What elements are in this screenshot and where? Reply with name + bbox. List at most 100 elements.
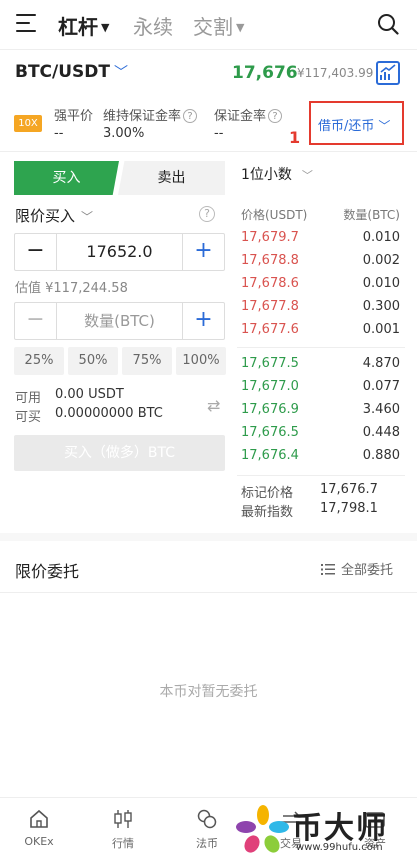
- cny-price: ¥117,403.99: [297, 66, 374, 80]
- buyable-value: 0.00000000 BTC: [55, 406, 163, 421]
- bid-qty: 0.448: [362, 425, 400, 440]
- divider: [237, 475, 405, 476]
- borrow-repay-button[interactable]: 借币/还币 ﹀: [318, 115, 390, 134]
- help-icon[interactable]: ?: [199, 206, 215, 222]
- ask-qty: 0.010: [362, 230, 400, 245]
- decrease-price-button[interactable]: −: [15, 234, 57, 270]
- available-value: 0.00 USDT: [55, 387, 124, 402]
- caret-down-icon: ▼: [101, 21, 110, 34]
- section-divider: [0, 533, 417, 541]
- nav-market-label: 行情: [112, 837, 134, 850]
- ask-price[interactable]: 17,677.8: [241, 299, 299, 314]
- mark-price-value: 17,676.7: [320, 482, 378, 497]
- tab-margin-label: 杠杆: [58, 15, 98, 39]
- margin-ratio-label: 保证金率?: [214, 105, 283, 124]
- margin-ratio-label-text: 保证金率: [214, 109, 267, 124]
- transfer-icon[interactable]: ⇄: [207, 396, 220, 415]
- caret-down-icon: ▼: [236, 21, 245, 34]
- help-icon[interactable]: ?: [268, 109, 283, 123]
- chevron-down-icon: ﹀: [301, 169, 313, 182]
- candlestick-icon: [114, 810, 132, 828]
- ask-qty: 0.300: [362, 299, 400, 314]
- bid-price[interactable]: 17,677.5: [241, 356, 299, 371]
- index-price-label: 最新指数: [241, 505, 294, 520]
- mark-price-label: 标记价格: [241, 486, 294, 501]
- amount-input[interactable]: 数量(BTC): [57, 303, 182, 339]
- ask-price[interactable]: 17,679.7: [241, 230, 299, 245]
- price-input[interactable]: 17652.0: [57, 234, 182, 270]
- last-price: 17,676: [232, 63, 298, 83]
- increase-amount-button[interactable]: +: [182, 303, 224, 339]
- ask-price[interactable]: 17,678.8: [241, 253, 299, 268]
- watermark-title: 币大师: [292, 811, 388, 846]
- amount-stepper: − 数量(BTC) +: [14, 302, 225, 340]
- help-icon[interactable]: ?: [183, 109, 198, 123]
- index-price-value: 17,798.1: [320, 501, 378, 516]
- ask-price[interactable]: 17,678.6: [241, 276, 299, 291]
- price-header: 价格(USDT): [241, 208, 308, 222]
- available-label: 可用: [15, 391, 42, 406]
- liq-price-value: --: [54, 126, 64, 141]
- tab-perpetual-label: 永续: [133, 15, 173, 39]
- orders-title: 限价委托: [15, 562, 80, 581]
- divider: [237, 347, 405, 348]
- submit-buy-button[interactable]: 买入（做多）BTC: [14, 435, 225, 471]
- home-icon: [30, 809, 48, 828]
- leverage-badge[interactable]: 10X: [14, 115, 42, 132]
- ask-qty: 0.010: [362, 276, 400, 291]
- buyable-label: 可买: [15, 410, 42, 425]
- percent-100-button[interactable]: 100%: [176, 347, 226, 375]
- nav-market[interactable]: 行情: [88, 798, 158, 851]
- all-orders-link[interactable]: 全部委托: [321, 559, 393, 578]
- maint-margin-label: 维持保证金率?: [103, 105, 198, 124]
- precision-select[interactable]: 1位小数 ﹀: [241, 164, 313, 184]
- precision-label: 1位小数: [241, 167, 292, 183]
- tab-perpetual[interactable]: 永续: [133, 11, 173, 40]
- tab-futures[interactable]: 交割 ▼: [193, 11, 244, 40]
- bid-price[interactable]: 17,676.5: [241, 425, 299, 440]
- bid-price[interactable]: 17,676.9: [241, 402, 299, 417]
- list-icon: [321, 564, 335, 575]
- percent-50-button[interactable]: 50%: [68, 347, 118, 375]
- divider: [0, 592, 417, 593]
- ask-qty: 0.001: [362, 322, 400, 337]
- chevron-down-icon: ﹀: [114, 65, 128, 81]
- qty-header: 数量(BTC): [343, 208, 400, 222]
- bid-price[interactable]: 17,676.4: [241, 448, 299, 463]
- liq-price-label: 强平价: [54, 109, 94, 124]
- order-type-select[interactable]: 限价买入 ﹀: [15, 205, 93, 226]
- divider: [0, 151, 417, 152]
- valuation-text: 估值 ¥117,244.58: [15, 281, 128, 296]
- maint-margin-label-text: 维持保证金率: [103, 109, 182, 124]
- tab-margin[interactable]: 杠杆 ▼: [58, 11, 109, 40]
- bid-qty: 0.880: [362, 448, 400, 463]
- pair-symbol: BTC/USDT: [15, 62, 110, 82]
- percent-25-button[interactable]: 25%: [14, 347, 64, 375]
- bid-qty: 3.460: [362, 402, 400, 417]
- nav-home-label: OKEx: [24, 835, 54, 848]
- maint-margin-value: 3.00%: [103, 126, 145, 141]
- chevron-down-icon: ﹀: [81, 210, 94, 224]
- top-nav: 杠杆 ▼ 永续 交割 ▼: [0, 0, 417, 50]
- empty-orders-message: 本币对暂无委托: [159, 684, 258, 700]
- buy-tab[interactable]: 买入: [14, 161, 119, 195]
- search-icon[interactable]: [377, 13, 399, 35]
- nav-home[interactable]: OKEx: [4, 798, 74, 848]
- borrow-repay-label: 借币/还币: [318, 119, 375, 134]
- decrease-amount-button[interactable]: −: [15, 303, 57, 339]
- sell-tab[interactable]: 卖出: [118, 161, 225, 195]
- watermark: 币大师 www.99hufu.com: [232, 803, 417, 856]
- hamburger-menu-icon[interactable]: [16, 14, 38, 34]
- chart-icon[interactable]: [376, 61, 400, 85]
- percent-75-button[interactable]: 75%: [122, 347, 172, 375]
- bid-price[interactable]: 17,677.0: [241, 379, 299, 394]
- bid-qty: 0.077: [362, 379, 400, 394]
- bid-qty: 4.870: [362, 356, 400, 371]
- chevron-down-icon: ﹀: [378, 119, 391, 133]
- pair-selector[interactable]: BTC/USDT ﹀: [15, 62, 128, 82]
- tab-futures-label: 交割: [193, 15, 233, 39]
- price-stepper: − 17652.0 +: [14, 233, 225, 271]
- ask-price[interactable]: 17,677.6: [241, 322, 299, 337]
- increase-price-button[interactable]: +: [182, 234, 224, 270]
- order-type-label: 限价买入: [15, 207, 76, 225]
